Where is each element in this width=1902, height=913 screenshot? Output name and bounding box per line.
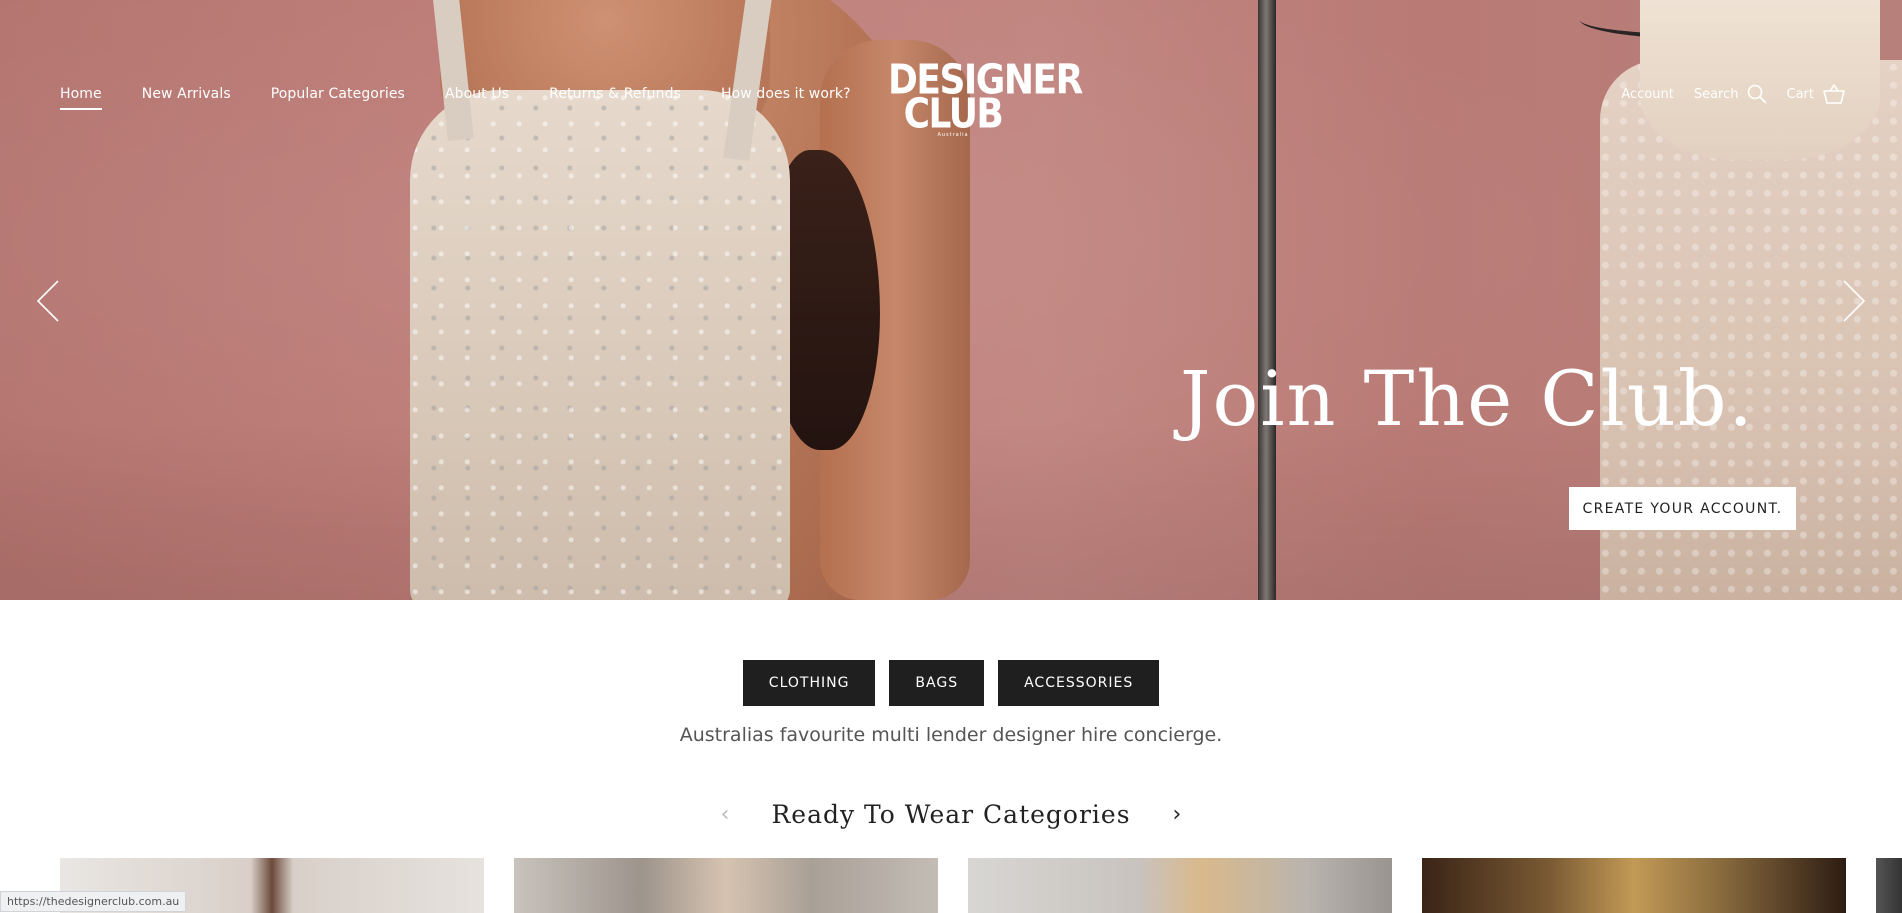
- hero-lace-dress-top: [1640, 0, 1880, 160]
- nav-item-popular-categories[interactable]: Popular Categories: [271, 86, 405, 110]
- search-label: Search: [1693, 86, 1739, 102]
- nav-item-returns-refunds[interactable]: Returns & Refunds: [549, 86, 681, 110]
- hero-title: Join The Club.: [1180, 354, 1755, 443]
- category-card[interactable]: [968, 858, 1392, 913]
- hero-beaded-dress: [410, 90, 790, 600]
- section-prev-icon[interactable]: ‹: [721, 802, 730, 827]
- status-bar-url: https://thedesignerclub.com.au: [0, 891, 187, 912]
- hero-prev-button[interactable]: [34, 278, 62, 324]
- section-header: ‹ Ready To Wear Categories ›: [0, 800, 1902, 829]
- nav-item-new-arrivals[interactable]: New Arrivals: [142, 86, 231, 110]
- nav-item-how-it-works[interactable]: How does it work?: [721, 86, 851, 110]
- search-link[interactable]: Search: [1694, 84, 1767, 104]
- account-link[interactable]: Account: [1621, 87, 1674, 102]
- hero-next-button[interactable]: [1840, 278, 1868, 324]
- category-cards: [60, 858, 1846, 913]
- search-icon: [1747, 84, 1767, 104]
- create-account-button[interactable]: CREATE YOUR ACCOUNT.: [1569, 487, 1796, 530]
- chevron-left-icon: [36, 280, 59, 322]
- nav-item-home[interactable]: Home: [60, 86, 102, 110]
- section-title: Ready To Wear Categories: [771, 800, 1131, 829]
- category-card-peek[interactable]: [1876, 858, 1902, 913]
- category-card[interactable]: [1422, 858, 1846, 913]
- category-buttons: CLOTHING BAGS ACCESSORIES: [0, 660, 1902, 706]
- main-nav: Home New Arrivals Popular Categories Abo…: [60, 86, 891, 110]
- category-clothing-button[interactable]: CLOTHING: [742, 660, 876, 706]
- header-utilities: Account Search Cart: [1601, 84, 1846, 104]
- category-bags-button[interactable]: BAGS: [889, 660, 985, 706]
- hero-clothing-rack: [1258, 0, 1276, 600]
- section-next-icon[interactable]: ›: [1173, 802, 1182, 827]
- nav-item-about-us[interactable]: About Us: [445, 86, 509, 110]
- category-card[interactable]: [514, 858, 938, 913]
- site-logo[interactable]: DESIGNER CLUB Australia: [888, 60, 1083, 138]
- logo-line-2: CLUB: [903, 90, 1004, 138]
- cart-label: Cart: [1786, 86, 1815, 102]
- category-accessories-button[interactable]: ACCESSORIES: [998, 660, 1160, 706]
- hero-banner: Home New Arrivals Popular Categories Abo…: [0, 0, 1902, 600]
- chevron-right-icon: [1843, 280, 1866, 322]
- basket-icon: [1823, 84, 1845, 104]
- tagline: Australias favourite multi lender design…: [679, 724, 1223, 746]
- cart-link[interactable]: Cart: [1787, 84, 1847, 104]
